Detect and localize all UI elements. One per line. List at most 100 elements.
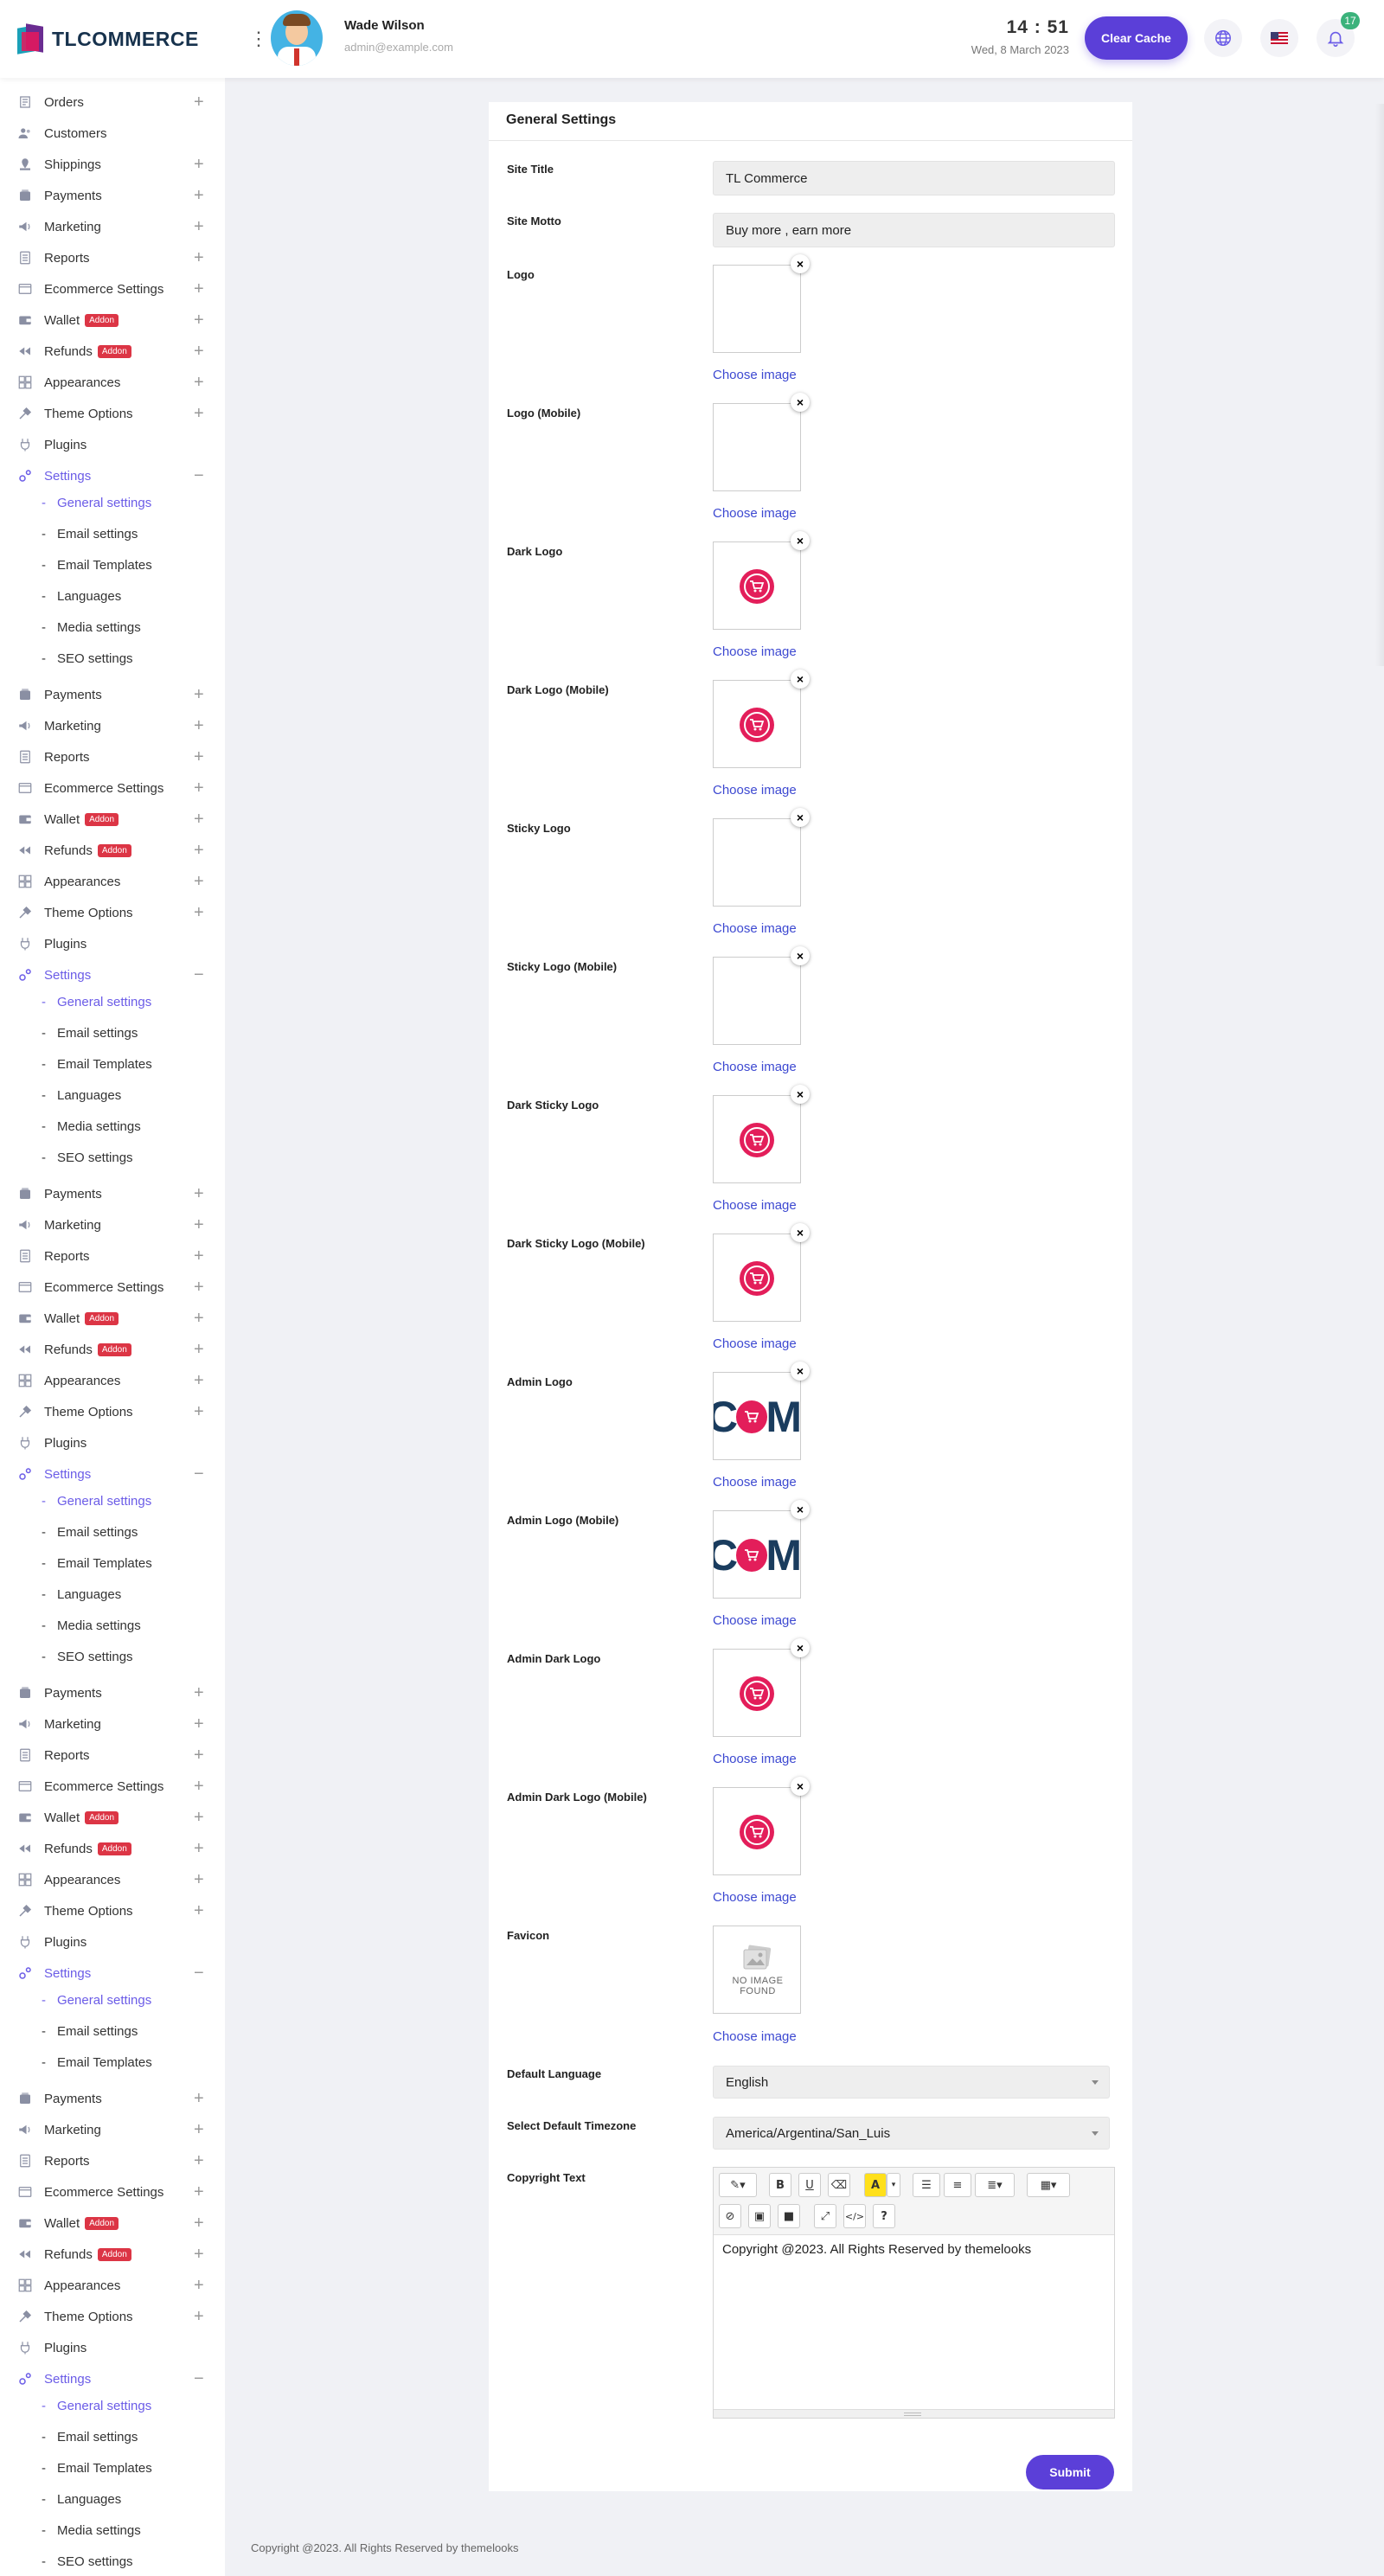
collapse-icon[interactable]: − [194, 2369, 204, 2389]
sidebar-item-appearances[interactable]: Appearances + [0, 2270, 225, 2301]
collapse-icon[interactable]: − [194, 1964, 204, 1983]
expand-icon[interactable]: + [194, 1870, 204, 1890]
sidebar-item-theme-options[interactable]: Theme Options + [0, 1895, 225, 1926]
sidebar-subitem-email-templates[interactable]: - Email Templates [0, 1048, 225, 1080]
sticky-logo-mobile-choose-image-link[interactable]: Choose image [713, 1060, 797, 1074]
expand-icon[interactable]: + [194, 155, 204, 175]
sidebar-item-ecommerce-settings[interactable]: Ecommerce Settings + [0, 1272, 225, 1303]
expand-icon[interactable]: + [194, 779, 204, 798]
sidebar-subitem-media-settings[interactable]: - Media settings [0, 2515, 225, 2546]
sidebar-item-wallet[interactable]: Wallet Addon + [0, 804, 225, 835]
sidebar-item-orders[interactable]: Orders + [0, 87, 225, 118]
sidebar-subitem-media-settings[interactable]: - Media settings [0, 1610, 225, 1641]
timezone-select[interactable]: America/Argentina/San_Luis [713, 2117, 1110, 2150]
eraser-icon[interactable]: ⌫ [828, 2173, 850, 2197]
sidebar-item-wallet[interactable]: Wallet Addon + [0, 1802, 225, 1833]
sidebar-item-ecommerce-settings[interactable]: Ecommerce Settings + [0, 2176, 225, 2208]
logo-image-box[interactable] [713, 265, 801, 353]
sidebar-subitem-email-templates[interactable]: - Email Templates [0, 2047, 225, 2078]
logo-choose-image-link[interactable]: Choose image [713, 368, 797, 382]
dark-logo-image-box[interactable] [713, 541, 801, 630]
collapse-icon[interactable]: − [194, 1464, 204, 1484]
font-color-icon[interactable]: A [864, 2173, 887, 2197]
sidebar-subitem-email-settings[interactable]: - Email settings [0, 518, 225, 549]
expand-icon[interactable]: + [194, 1215, 204, 1235]
expand-icon[interactable]: + [194, 311, 204, 330]
expand-icon[interactable]: + [194, 1184, 204, 1204]
expand-icon[interactable]: + [194, 685, 204, 705]
sidebar-subitem-languages[interactable]: - Languages [0, 1080, 225, 1111]
expand-icon[interactable]: + [194, 1777, 204, 1797]
remove-image-icon[interactable]: × [791, 1638, 810, 1657]
logo-mobile-image-box[interactable] [713, 403, 801, 491]
dark-sticky-logo-choose-image-link[interactable]: Choose image [713, 1198, 797, 1213]
expand-icon[interactable]: + [194, 841, 204, 861]
sidebar-subitem-seo-settings[interactable]: - SEO settings [0, 1142, 225, 1173]
remove-image-icon[interactable]: × [791, 670, 810, 689]
sidebar-item-theme-options[interactable]: Theme Options + [0, 2301, 225, 2332]
sidebar-item-refunds[interactable]: Refunds Addon + [0, 835, 225, 866]
sidebar-item-plugins[interactable]: Plugins [0, 1926, 225, 1958]
dark-logo-mobile-image-box[interactable] [713, 680, 801, 768]
copyright-editor-content[interactable]: Copyright @2023. All Rights Reserved by … [722, 2242, 1031, 2257]
expand-icon[interactable]: + [194, 2276, 204, 2296]
expand-icon[interactable]: + [194, 1714, 204, 1734]
sidebar-item-appearances[interactable]: Appearances + [0, 866, 225, 897]
remove-image-icon[interactable]: × [791, 393, 810, 412]
sidebar-item-shippings[interactable]: Shippings + [0, 149, 225, 180]
underline-icon[interactable]: U [798, 2173, 821, 2197]
sidebar-item-theme-options[interactable]: Theme Options + [0, 897, 225, 928]
sidebar-subitem-seo-settings[interactable]: - SEO settings [0, 1641, 225, 1672]
sidebar-item-marketing[interactable]: Marketing + [0, 211, 225, 242]
admin-logo-image-box[interactable]: CM [713, 1372, 801, 1460]
editor-resize-handle[interactable] [714, 2409, 1114, 2418]
copyright-editor[interactable]: ✎▾ B U ⌫ A ▾ ☰ ≡ ≣▾ ▦▾ ⊘ ▣ ■ ⤢ </> ? Cop… [713, 2167, 1115, 2419]
expand-icon[interactable]: + [194, 1371, 204, 1391]
sidebar-item-ecommerce-settings[interactable]: Ecommerce Settings + [0, 1771, 225, 1802]
code-view-icon[interactable]: </> [843, 2204, 866, 2228]
expand-icon[interactable]: + [194, 1278, 204, 1298]
site-motto-input[interactable] [713, 213, 1115, 247]
sidebar-item-refunds[interactable]: Refunds Addon + [0, 2239, 225, 2270]
video-icon[interactable]: ■ [778, 2204, 800, 2228]
sidebar-subitem-general-settings[interactable]: - General settings [0, 986, 225, 1017]
dark-logo-mobile-choose-image-link[interactable]: Choose image [713, 783, 797, 798]
fullscreen-icon[interactable]: ⤢ [814, 2204, 836, 2228]
bold-icon[interactable]: B [769, 2173, 791, 2197]
link-icon[interactable]: ⊘ [719, 2204, 741, 2228]
collapse-icon[interactable]: − [194, 965, 204, 985]
ordered-list-icon[interactable]: ≡ [944, 2173, 971, 2197]
font-color-dropdown-icon[interactable]: ▾ [887, 2173, 900, 2197]
expand-icon[interactable]: + [194, 903, 204, 923]
sidebar-item-theme-options[interactable]: Theme Options + [0, 1396, 225, 1427]
sticky-logo-image-box[interactable] [713, 818, 801, 907]
brand-logo[interactable]: TLCOMMERCE [17, 23, 199, 54]
sidebar-item-reports[interactable]: Reports + [0, 242, 225, 273]
sidebar-item-appearances[interactable]: Appearances + [0, 1864, 225, 1895]
default-language-select[interactable]: English [713, 2066, 1110, 2099]
sidebar-item-refunds[interactable]: Refunds Addon + [0, 1334, 225, 1365]
expand-icon[interactable]: + [194, 279, 204, 299]
sidebar-item-appearances[interactable]: Appearances + [0, 367, 225, 398]
sidebar-item-reports[interactable]: Reports + [0, 741, 225, 772]
sidebar-item-plugins[interactable]: Plugins [0, 1427, 225, 1458]
sidebar-item-plugins[interactable]: Plugins [0, 2332, 225, 2363]
sidebar-subitem-seo-settings[interactable]: - SEO settings [0, 2546, 225, 2576]
expand-icon[interactable]: + [194, 1808, 204, 1828]
expand-icon[interactable]: + [194, 2151, 204, 2171]
country-flag-button[interactable] [1260, 19, 1298, 57]
sidebar-subitem-email-templates[interactable]: - Email Templates [0, 549, 225, 580]
sidebar-subitem-email-settings[interactable]: - Email settings [0, 2421, 225, 2452]
sidebar-item-wallet[interactable]: Wallet Addon + [0, 304, 225, 336]
sidebar-subitem-languages[interactable]: - Languages [0, 580, 225, 612]
sidebar-item-payments[interactable]: Payments + [0, 1677, 225, 1708]
expand-icon[interactable]: + [194, 1402, 204, 1422]
sidebar-item-appearances[interactable]: Appearances + [0, 1365, 225, 1396]
remove-image-icon[interactable]: × [791, 1500, 810, 1519]
sticky-logo-mobile-image-box[interactable] [713, 957, 801, 1045]
sidebar-toggle-icon[interactable]: ⋮ [249, 26, 268, 52]
remove-image-icon[interactable]: × [791, 1085, 810, 1104]
expand-icon[interactable]: + [194, 1246, 204, 1266]
magic-style-icon[interactable]: ✎▾ [719, 2173, 757, 2197]
expand-icon[interactable]: + [194, 2245, 204, 2265]
